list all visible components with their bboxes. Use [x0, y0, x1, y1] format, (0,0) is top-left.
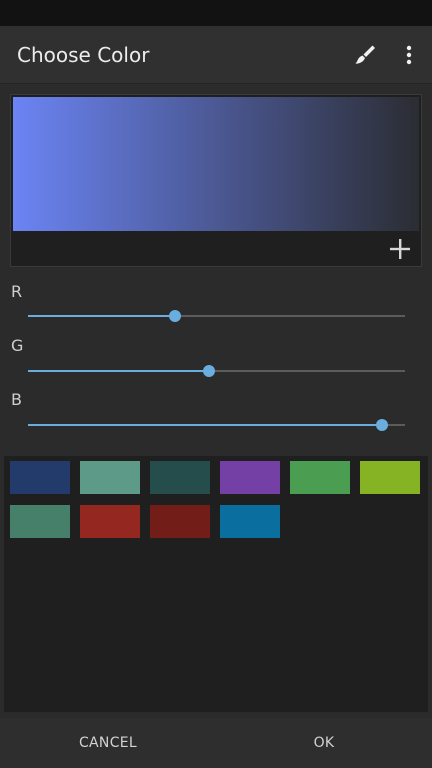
slider-thumb[interactable]: [203, 365, 215, 377]
slider-fill: [28, 315, 175, 317]
dialog-actions: CANCEL OK: [0, 718, 432, 768]
color-swatch[interactable]: [220, 461, 280, 494]
blue-label: B: [11, 390, 22, 409]
color-swatch[interactable]: [150, 505, 210, 538]
color-preview: [10, 94, 422, 267]
color-swatch[interactable]: [150, 461, 210, 494]
status-bar: [0, 0, 432, 26]
color-swatch[interactable]: [10, 505, 70, 538]
green-label: G: [11, 336, 24, 355]
slider-thumb[interactable]: [169, 310, 181, 322]
color-swatch[interactable]: [10, 461, 70, 494]
red-label: R: [11, 282, 23, 301]
app-bar: Choose Color: [0, 26, 432, 84]
color-swatch[interactable]: [220, 505, 280, 538]
paintbrush-icon[interactable]: [352, 42, 378, 68]
cancel-button[interactable]: CANCEL: [0, 718, 216, 768]
color-swatch[interactable]: [80, 505, 140, 538]
slider-fill: [28, 370, 209, 372]
page-title: Choose Color: [17, 43, 150, 67]
blue-slider[interactable]: [28, 415, 405, 435]
ok-button[interactable]: OK: [216, 718, 432, 768]
swatch-grid: [4, 456, 428, 712]
slider-fill: [28, 424, 382, 426]
color-swatch[interactable]: [360, 461, 420, 494]
color-swatch[interactable]: [290, 461, 350, 494]
red-slider[interactable]: [28, 306, 405, 326]
color-swatch[interactable]: [80, 461, 140, 494]
more-vertical-icon[interactable]: [398, 42, 420, 68]
slider-thumb[interactable]: [376, 419, 388, 431]
green-slider[interactable]: [28, 361, 405, 381]
color-gradient[interactable]: [13, 97, 419, 231]
plus-icon[interactable]: [387, 235, 413, 263]
